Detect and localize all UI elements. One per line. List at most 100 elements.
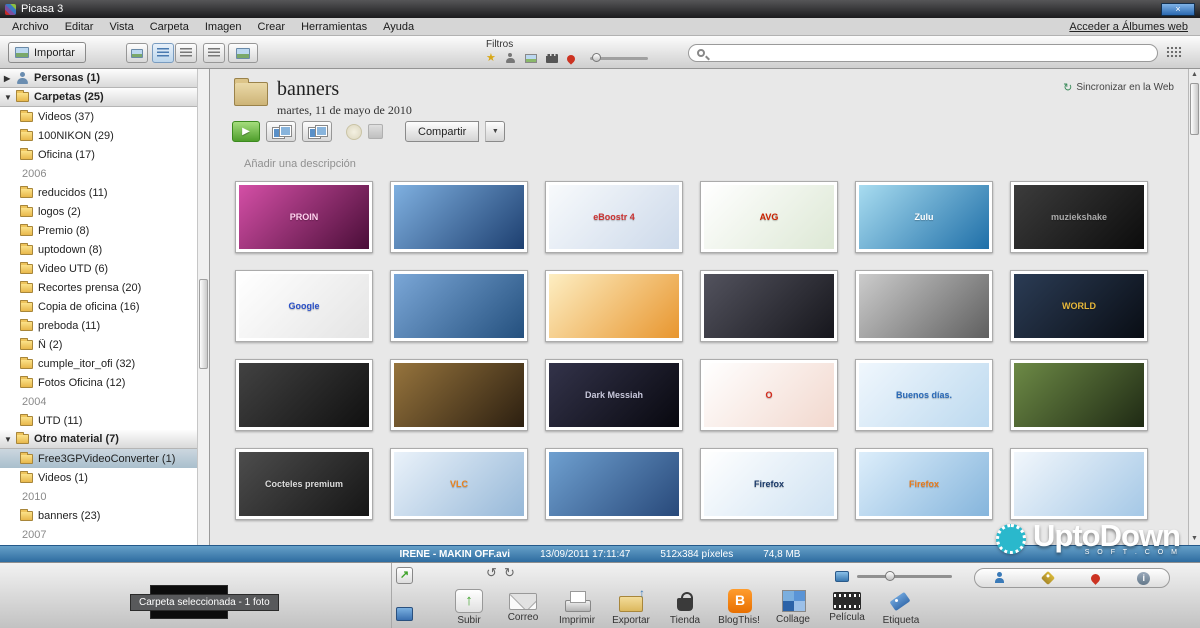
photo-thumbnail-22[interactable]: Firefox <box>700 448 838 520</box>
photo-thumbnail-23[interactable]: Firefox <box>855 448 993 520</box>
sidebar-item-fotos-oficina-(12)[interactable]: Fotos Oficina (12) <box>0 373 198 392</box>
photo-thumbnail-6[interactable]: muziekshake <box>1010 181 1148 253</box>
photo-thumbnail-14[interactable] <box>390 359 528 431</box>
action-blogger-button[interactable]: BlogThis! <box>718 589 760 626</box>
photo-thumbnail-3[interactable]: eBoostr 4 <box>545 181 683 253</box>
main-scrollbar[interactable]: ▲ ▼ <box>1188 69 1200 545</box>
sidebar-item-otro-material-(7)[interactable]: Otro material (7) <box>0 430 198 449</box>
view-tree-button[interactable] <box>175 43 197 63</box>
photo-thumbnail-19[interactable]: Cocteles premium <box>235 448 373 520</box>
menu-item-editar[interactable]: Editar <box>57 21 102 33</box>
menu-item-archivo[interactable]: Archivo <box>4 21 57 33</box>
sidebar-item-ñ-(2)[interactable]: Ñ (2) <box>0 335 198 354</box>
menu-item-herramientas[interactable]: Herramientas <box>293 21 375 33</box>
sidebar-item-video-utd-(6)[interactable]: Video UTD (6) <box>0 259 198 278</box>
sidebar-item-100nikon-(29)[interactable]: 100NIKON (29) <box>0 126 198 145</box>
photo-thumbnail-2[interactable] <box>390 181 528 253</box>
geotag-filter-icon[interactable] <box>565 53 576 64</box>
photo-thumbnail-20[interactable]: VLC <box>390 448 528 520</box>
sidebar-item-videos-(1)[interactable]: Videos (1) <box>0 468 198 487</box>
photo-thumbnail-1[interactable]: PROIN <box>235 181 373 253</box>
main-scrollbar-thumb[interactable] <box>1190 83 1199 135</box>
slideshow-play-button[interactable]: ▶ <box>232 121 260 142</box>
sidebar-item-videos-(37)[interactable]: Videos (37) <box>0 107 198 126</box>
action-shop-button[interactable]: Tienda <box>664 589 706 626</box>
action-upload-button[interactable]: Subir <box>448 589 490 626</box>
photo-thumbnail-9[interactable] <box>545 270 683 342</box>
tray-hold-button[interactable]: ↗ <box>396 567 413 584</box>
photo-thumbnail-11[interactable] <box>855 270 993 342</box>
undo-icon[interactable]: ↺ <box>486 565 497 581</box>
places-view-icon[interactable] <box>1089 572 1102 585</box>
slideshow-toolbar-button[interactable] <box>228 43 258 63</box>
photo-thumbnail-21[interactable] <box>545 448 683 520</box>
sidebar-scrollbar[interactable] <box>197 69 209 545</box>
sidebar-item-2007[interactable]: 2007 <box>0 525 198 544</box>
sidebar-item-reducidos-(11)[interactable]: reducidos (11) <box>0 183 198 202</box>
people-view-icon[interactable] <box>994 572 1006 584</box>
photo-thumbnail-24[interactable] <box>1010 448 1148 520</box>
close-button[interactable]: × <box>1161 3 1195 16</box>
photo-thumbnail-5[interactable]: Zulu <box>855 181 993 253</box>
sidebar-item-copia-de-oficina-(16)[interactable]: Copia de oficina (16) <box>0 297 198 316</box>
web-albums-link[interactable]: Acceder a Álbumes web <box>1069 21 1188 33</box>
menu-item-vista[interactable]: Vista <box>101 21 141 33</box>
menu-item-crear[interactable]: Crear <box>250 21 294 33</box>
action-collage-button[interactable]: Collage <box>772 589 814 626</box>
photo-thumbnail-13[interactable] <box>235 359 373 431</box>
menu-item-ayuda[interactable]: Ayuda <box>375 21 422 33</box>
menu-item-imagen[interactable]: Imagen <box>197 21 250 33</box>
sidebar-item-carpetas-(25)[interactable]: Carpetas (25) <box>0 88 198 107</box>
photo-thumbnail-10[interactable] <box>700 270 838 342</box>
photos-filter-icon[interactable] <box>525 54 537 63</box>
sync-to-web[interactable]: ↻ Sincronizar en la Web <box>1063 81 1174 94</box>
share-button[interactable]: Compartir <box>405 121 479 142</box>
videos-filter-icon[interactable] <box>546 54 558 63</box>
sidebar-item-banners-(23)[interactable]: banners (23) <box>0 506 198 525</box>
scroll-up-button[interactable]: ▲ <box>1189 69 1200 81</box>
import-button[interactable]: Importar <box>8 42 86 63</box>
share-dropdown-button[interactable]: ▼ <box>485 121 505 142</box>
menu-item-carpeta[interactable]: Carpeta <box>142 21 197 33</box>
date-filter-slider[interactable] <box>590 57 648 60</box>
photo-thumbnail-4[interactable]: AVG <box>700 181 838 253</box>
action-printer-button[interactable]: Imprimir <box>556 589 598 626</box>
action-mail-button[interactable]: Correo <box>502 589 544 626</box>
sidebar-item-uptodown-(8)[interactable]: uptodown (8) <box>0 240 198 259</box>
sidebar-item-preboda-(11)[interactable]: preboda (11) <box>0 316 198 335</box>
upload-photos-button[interactable] <box>126 43 148 63</box>
info-view-icon[interactable]: i <box>1137 572 1150 585</box>
sidebar-item-personas-(1)[interactable]: Personas (1) <box>0 69 198 88</box>
sidebar-item-oficina-(17)[interactable]: Oficina (17) <box>0 145 198 164</box>
faces-filter-icon[interactable] <box>505 53 516 64</box>
thumbnail-size-slider[interactable] <box>857 575 952 578</box>
photo-thumbnail-12[interactable]: WORLD <box>1010 270 1148 342</box>
album-description-field[interactable]: Añadir una descripción <box>244 158 356 170</box>
tags-view-icon[interactable] <box>1041 571 1055 585</box>
action-tag-button[interactable]: Etiqueta <box>880 589 922 626</box>
tray-clear-button[interactable] <box>396 607 413 621</box>
redo-icon[interactable]: ↻ <box>504 565 515 581</box>
sidebar-item-utd-(11)[interactable]: UTD (11) <box>0 411 198 430</box>
scroll-down-button[interactable]: ▼ <box>1189 533 1200 545</box>
photo-thumbnail-16[interactable]: O <box>700 359 838 431</box>
photo-thumbnail-18[interactable] <box>1010 359 1148 431</box>
sidebar-item-free3gpvideoconverter-(1)[interactable]: Free3GPVideoConverter (1) <box>0 449 198 468</box>
expand-icon[interactable] <box>4 74 16 83</box>
sidebar-item-cumple_itor_ofi-(32)[interactable]: cumple_itor_ofi (32) <box>0 354 198 373</box>
photo-thumbnail-8[interactable] <box>390 270 528 342</box>
gallery-button[interactable] <box>302 121 332 142</box>
photo-thumbnail-17[interactable]: Buenos días. <box>855 359 993 431</box>
sidebar-item-2010[interactable]: 2010 <box>0 487 198 506</box>
compact-view-button[interactable] <box>1166 46 1182 59</box>
collapse-icon[interactable] <box>4 93 16 102</box>
sort-button[interactable] <box>203 43 225 63</box>
photo-thumbnail-15[interactable]: Dark Messiah <box>545 359 683 431</box>
collapse-icon[interactable] <box>4 435 16 444</box>
sidebar-item-2004[interactable]: 2004 <box>0 392 198 411</box>
sidebar-item-recortes-prensa-(20)[interactable]: Recortes prensa (20) <box>0 278 198 297</box>
action-movie-button[interactable]: Película <box>826 589 868 626</box>
sidebar-item-premio-(8)[interactable]: Premio (8) <box>0 221 198 240</box>
thumbnail-size-slider-thumb[interactable] <box>885 571 895 581</box>
action-export-button[interactable]: Exportar <box>610 589 652 626</box>
